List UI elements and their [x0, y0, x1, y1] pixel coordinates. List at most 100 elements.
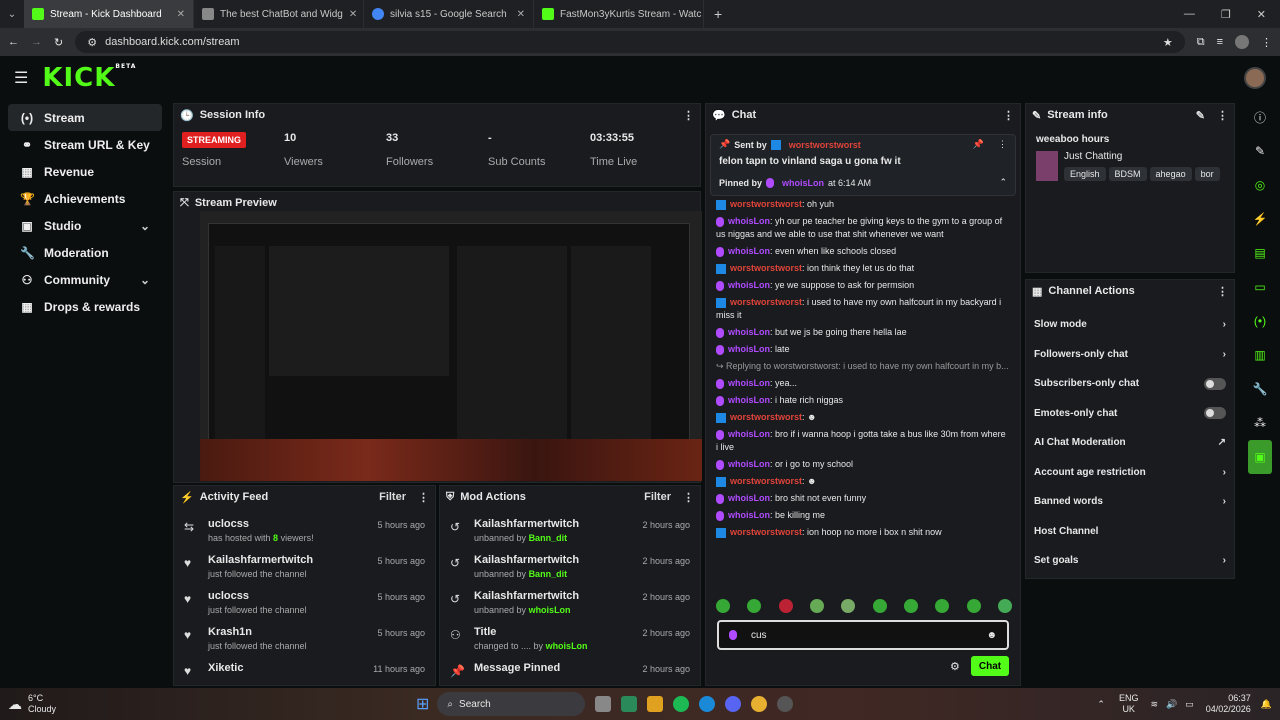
store-icon[interactable] — [621, 696, 638, 712]
mod-action-target[interactable]: Kailashfarmertwitch — [474, 590, 632, 602]
chat-message[interactable]: whoisLon: ye we suppose to ask for perms… — [706, 277, 1020, 294]
chat-username[interactable]: worstworstworst — [730, 199, 802, 209]
pinned-sender[interactable]: worstworstworst — [789, 140, 861, 150]
close-tab-icon[interactable]: ✕ — [177, 9, 185, 20]
chat-username[interactable]: worstworstworst — [730, 527, 802, 537]
kick-logo[interactable]: KICKBETA — [42, 63, 136, 93]
chat-input[interactable]: cus ☻ — [717, 620, 1009, 650]
toggle-switch[interactable] — [1204, 377, 1226, 390]
forward-icon[interactable]: → — [31, 36, 42, 48]
discord-icon[interactable] — [725, 696, 742, 712]
new-tab-icon[interactable]: + — [704, 6, 732, 22]
activity-username[interactable]: Kailashfarmertwitch — [208, 554, 367, 566]
layout-icon[interactable]: ▥ — [1240, 338, 1280, 372]
chat-message[interactable]: whoisLon: or i go to my school — [706, 456, 1020, 473]
file-explorer-icon[interactable] — [647, 696, 664, 712]
lightning-icon[interactable]: ⚡ — [1240, 202, 1280, 236]
media-icon[interactable]: ≡ — [1217, 36, 1223, 48]
chat-message[interactable]: whoisLon: even when like schools closed — [706, 243, 1020, 260]
filter-button[interactable]: Filter — [379, 491, 406, 504]
browser-tab-kick-stream[interactable]: FastMon3yKurtis Stream - Watc ✕ — [534, 0, 704, 28]
chat-username[interactable]: whoisLon — [728, 493, 770, 503]
bookmark-star-icon[interactable]: ★ — [1163, 36, 1173, 49]
maximize-icon[interactable]: ❐ — [1221, 8, 1231, 21]
chat-username[interactable]: whoisLon — [728, 395, 770, 405]
emote-icon[interactable] — [841, 599, 856, 613]
channel-action-account-age-restriction[interactable]: Account age restriction › — [1026, 458, 1234, 488]
pencil-icon[interactable]: ✎ — [1240, 134, 1280, 168]
battery-icon[interactable]: ▭ — [1185, 699, 1194, 710]
mod-action-target[interactable]: Message Pinned — [474, 662, 632, 674]
focus-icon[interactable]: ◎ — [1240, 168, 1280, 202]
channel-action-ai-chat-moderation[interactable]: AI Chat Moderation ↗ — [1026, 428, 1234, 458]
channel-action-slow-mode[interactable]: Slow mode › — [1026, 310, 1234, 340]
chat-message[interactable]: worstworstworst: ion think they let us d… — [706, 260, 1020, 277]
moderator-name[interactable]: whoisLon — [529, 605, 571, 615]
chat-message[interactable]: whoisLon: i hate rich niggas — [706, 392, 1020, 409]
moderator-name[interactable]: whoisLon — [546, 641, 588, 651]
close-window-icon[interactable]: ✕ — [1257, 8, 1266, 21]
panel-menu-icon[interactable]: ⋮ — [683, 109, 694, 122]
emote-icon[interactable] — [778, 599, 793, 613]
chat-message[interactable]: worstworstworst: i used to have my own h… — [706, 294, 1020, 324]
sidebar-item-revenue[interactable]: ▦ Revenue — [8, 158, 162, 185]
mod-action-target[interactable]: Title — [474, 626, 632, 638]
chat-message[interactable]: worstworstworst: ☻ — [706, 473, 1020, 490]
sidebar-item-drops-rewards[interactable]: ▦ Drops & rewards — [8, 293, 162, 320]
chat-username[interactable]: worstworstworst — [730, 297, 802, 307]
panel-menu-icon[interactable]: ⋮ — [418, 491, 429, 504]
chat-message[interactable]: worstworstworst: ion hoop no more i box … — [706, 524, 1020, 541]
stream-tag[interactable]: English — [1064, 167, 1106, 181]
user-avatar[interactable] — [1244, 67, 1266, 89]
chrome-icon[interactable] — [751, 696, 768, 712]
chat-username[interactable]: whoisLon — [728, 216, 770, 226]
wifi-icon[interactable]: ≋ — [1150, 699, 1158, 710]
emoji-picker-icon[interactable]: ☻ — [986, 630, 997, 641]
collapse-icon[interactable]: ⌃ — [999, 177, 1007, 188]
chat-message[interactable]: worstworstworst: ☻ — [706, 409, 1020, 426]
browser-menu-icon[interactable]: ⋮ — [1261, 36, 1272, 49]
task-view-icon[interactable] — [595, 696, 612, 712]
chat-message[interactable]: whoisLon: be killing me — [706, 507, 1020, 524]
channel-action-emotes-only-chat[interactable]: Emotes-only chat — [1026, 399, 1234, 429]
moderator-name[interactable]: Bann_dit — [529, 569, 568, 579]
chat-username[interactable]: worstworstworst — [730, 476, 802, 486]
panel-menu-icon[interactable]: ⋮ — [1217, 285, 1228, 298]
sidebar-item-community[interactable]: ⚇ Community ⌄ — [8, 266, 162, 293]
emote-icon[interactable] — [747, 599, 762, 613]
emote-icon[interactable] — [872, 599, 887, 613]
stream-tag[interactable]: BDSM — [1108, 167, 1147, 181]
notifications-icon[interactable]: 🔔 — [1261, 699, 1272, 710]
document-icon[interactable]: ▤ — [1240, 236, 1280, 270]
profile-icon[interactable] — [1235, 35, 1249, 49]
tray-chevron-icon[interactable]: ⌃ — [1097, 699, 1105, 710]
url-field[interactable]: ⚙ dashboard.kick.com/stream ★ — [75, 31, 1185, 53]
chevron-right-icon[interactable]: › — [1223, 467, 1226, 478]
chat-username[interactable]: whoisLon — [728, 327, 770, 337]
panel-menu-icon[interactable]: ⋮ — [683, 491, 694, 504]
chat-message[interactable]: whoisLon: yea... — [706, 375, 1020, 392]
panel-menu-icon[interactable]: ⋮ — [1217, 109, 1228, 122]
chevron-down-icon[interactable]: ⌄ — [140, 273, 150, 287]
external-link-icon[interactable]: ↗ — [1218, 437, 1226, 448]
chat-username[interactable]: worstworstworst — [730, 263, 802, 273]
taskbar-search[interactable]: ⌕ Search — [437, 692, 586, 716]
chat-username[interactable]: whoisLon — [728, 429, 770, 439]
chevron-down-icon[interactable]: ⌄ — [140, 219, 150, 233]
sidebar-item-studio[interactable]: ▣ Studio ⌄ — [8, 212, 162, 239]
chat-message[interactable]: whoisLon: but we js be going there hella… — [706, 324, 1020, 341]
chat-message[interactable]: whoisLon: late — [706, 341, 1020, 358]
sidebar-item-achievements[interactable]: 🏆 Achievements — [8, 185, 162, 212]
close-tab-icon[interactable]: ✕ — [517, 9, 525, 20]
activity-username[interactable]: uclocss — [208, 518, 367, 530]
panel-menu-icon[interactable]: ⋮ — [1003, 109, 1014, 122]
emote-icon[interactable] — [966, 599, 981, 613]
chat-settings-icon[interactable]: ⚙ — [950, 660, 960, 673]
chat-message[interactable]: ↪ Replying to worstworstworst: i used to… — [706, 358, 1020, 375]
emote-icon[interactable] — [935, 599, 950, 613]
hamburger-menu-icon[interactable]: ☰ — [14, 68, 28, 88]
emote-icon[interactable] — [809, 599, 824, 613]
chevron-right-icon[interactable]: › — [1223, 349, 1226, 360]
moderator-name[interactable]: Bann_dit — [529, 533, 568, 543]
sidebar-item-stream[interactable]: (•) Stream — [8, 104, 162, 131]
